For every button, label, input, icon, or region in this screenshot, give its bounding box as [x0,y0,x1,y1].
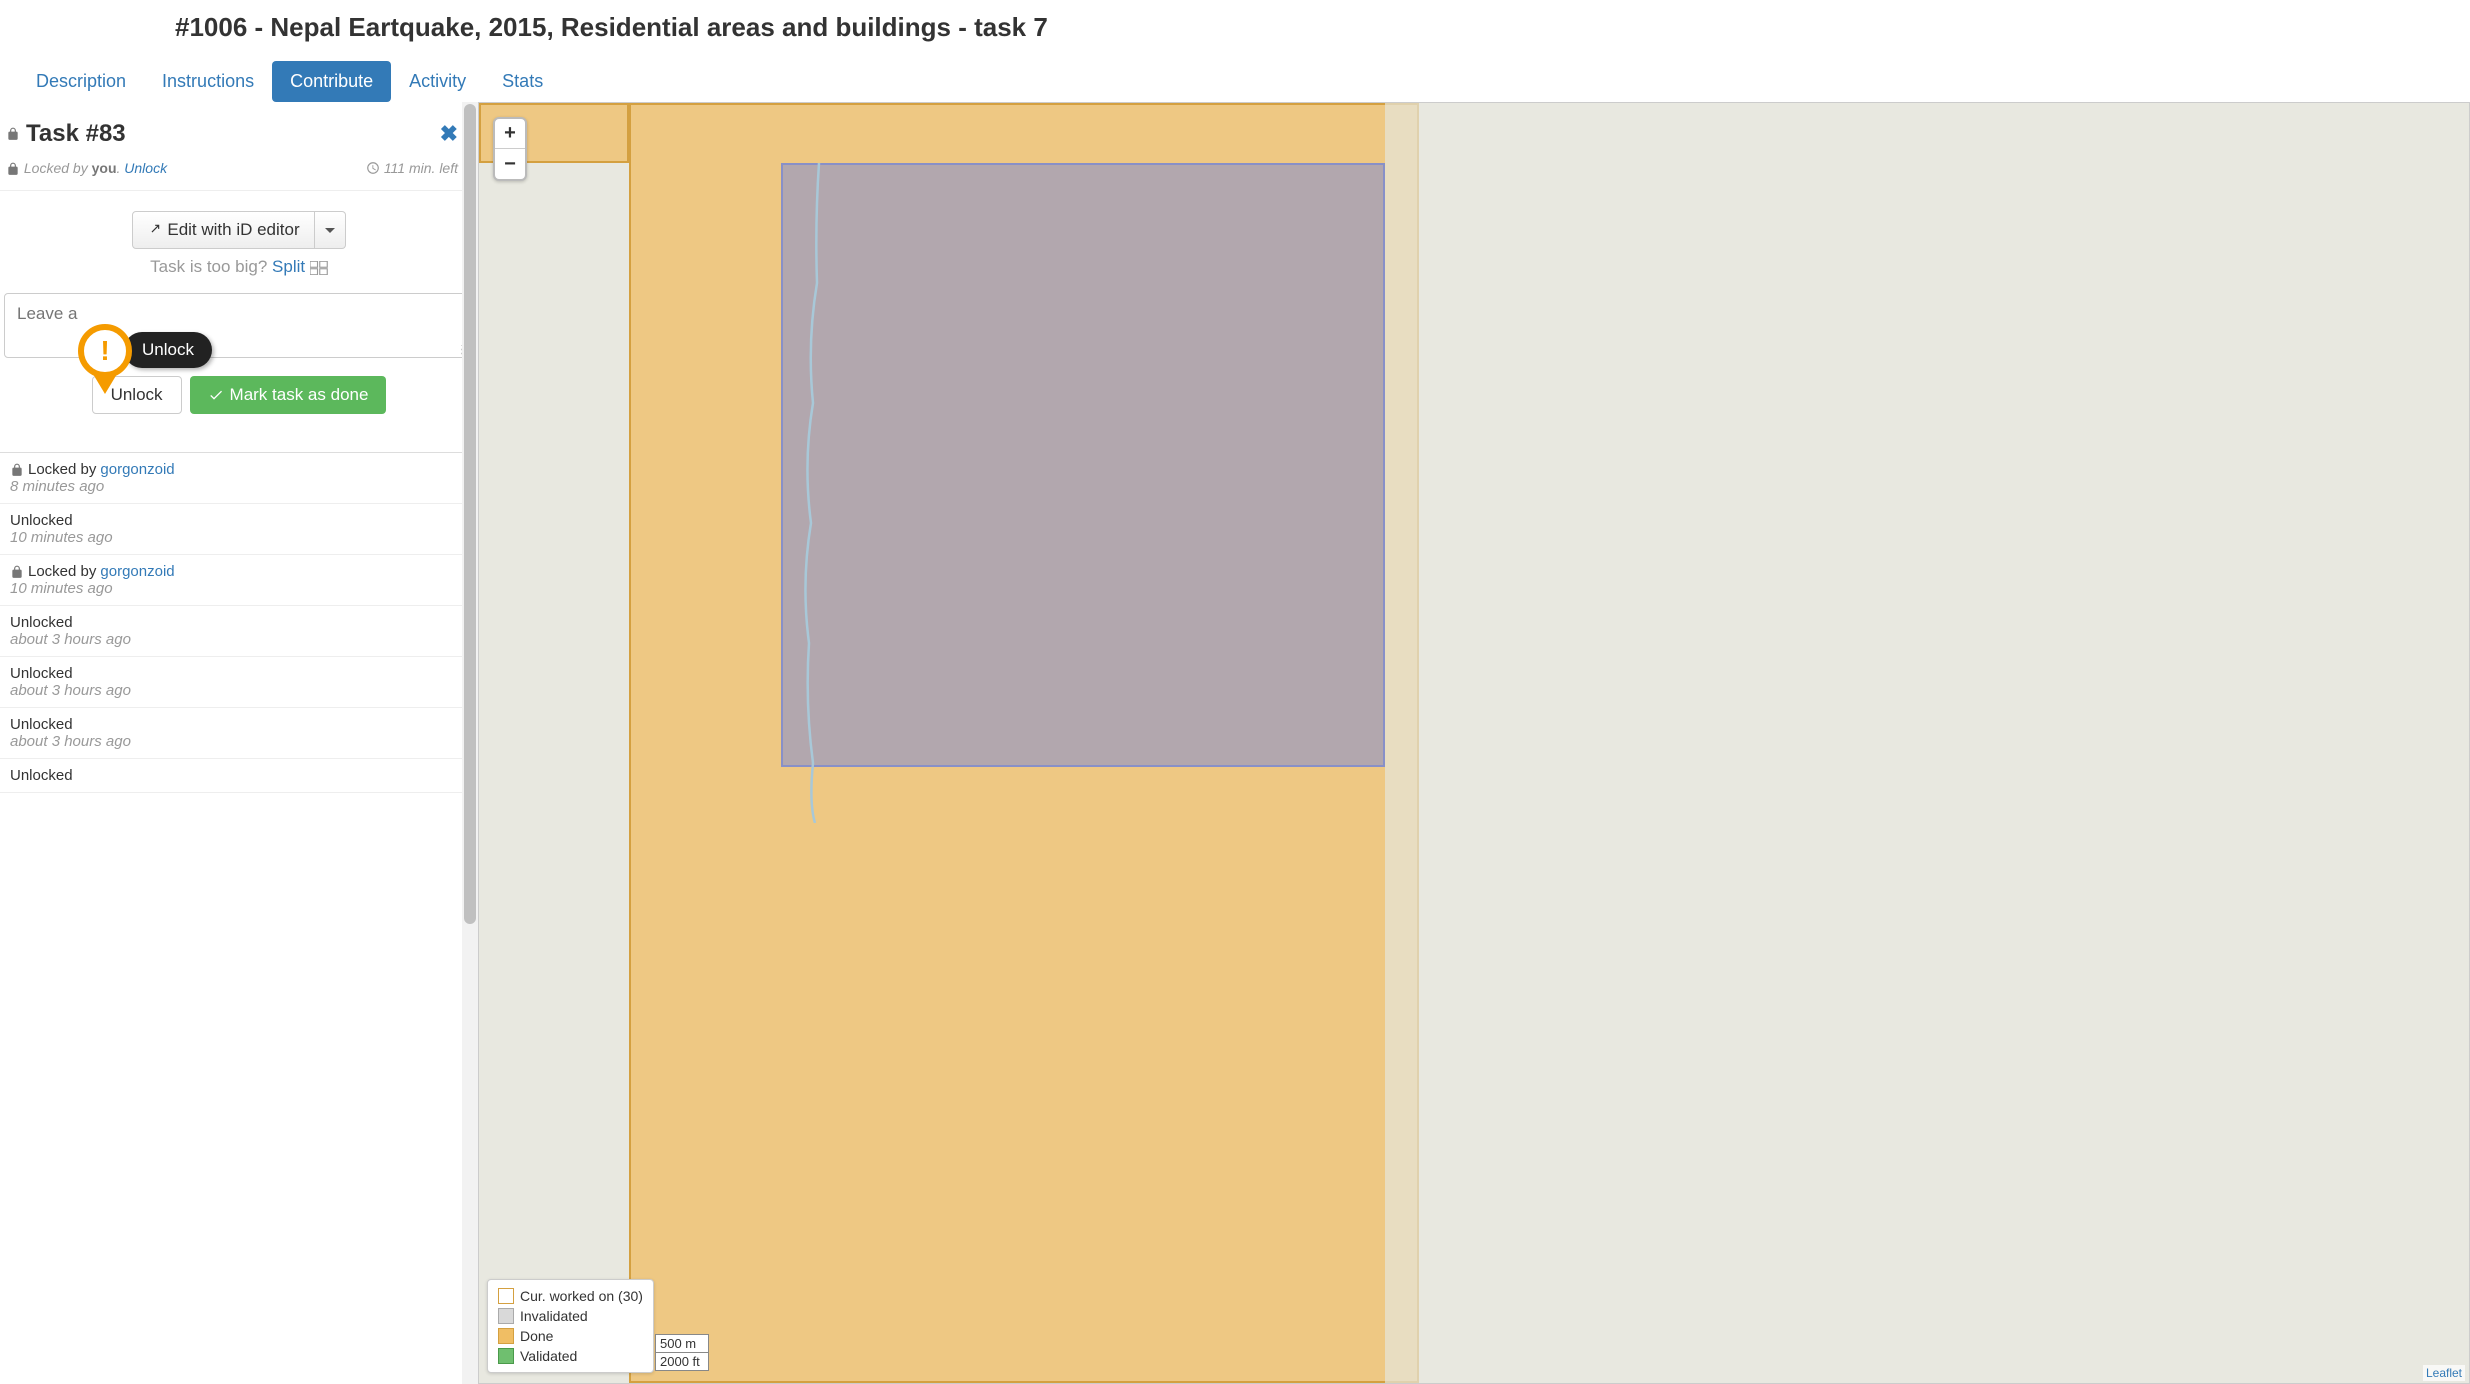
zoom-in-button[interactable]: + [495,119,525,149]
scrollbar-thumb[interactable] [464,104,476,924]
history-user-link[interactable]: gorgonzoid [100,563,174,580]
split-prompt: Task is too big? Split [0,249,478,287]
legend-row: Cur. worked on (30) [498,1286,643,1306]
close-icon[interactable]: ✖ [440,121,458,147]
legend-label: Validated [520,1348,577,1364]
history-user-link[interactable]: gorgonzoid [100,461,174,478]
zoom-out-button[interactable]: − [495,149,525,179]
time-left: 111 min. left [366,160,458,176]
task-title: Task #83 [6,120,126,148]
map-tile-current [781,163,1385,767]
tab-instructions[interactable]: Instructions [144,61,272,102]
legend-row: Done [498,1326,643,1346]
map-attribution: Leaflet [2423,1365,2465,1381]
legend-swatch [498,1348,514,1364]
lock-icon [10,565,24,579]
mark-done-button[interactable]: Mark task as done [190,376,387,414]
editor-dropdown-caret[interactable] [315,211,346,249]
task-sidebar: Task #83 ✖ Locked by you. Unlock 111 min… [0,102,478,1384]
tab-stats[interactable]: Stats [484,61,561,102]
legend-label: Invalidated [520,1308,588,1324]
legend-label: Cur. worked on (30) [520,1288,643,1304]
lock-icon [6,162,20,176]
chevron-down-icon [325,228,335,233]
history-item: Unlockedabout 3 hours ago [0,657,478,708]
share-arrow-icon [147,223,161,237]
legend-swatch [498,1328,514,1344]
comment-box [4,293,474,358]
history-item: Unlocked10 minutes ago [0,504,478,555]
tab-description[interactable]: Description [18,61,144,102]
page-title: #1006 - Nepal Eartquake, 2015, Residenti… [175,12,2470,43]
lock-icon [10,463,24,477]
unlock-button[interactable]: Unlock [92,376,182,414]
map[interactable]: + − Cur. worked on (30) Invalidated Done Va… [478,102,2470,1384]
history-item: Locked by gorgonzoid10 minutes ago [0,555,478,606]
lock-status: Locked by you. Unlock [6,160,167,176]
split-link[interactable]: Split [272,257,305,276]
edit-with-id-button[interactable]: Edit with iD editor [132,211,314,249]
tab-contribute[interactable]: Contribute [272,61,391,102]
history-list: Locked by gorgonzoid8 minutes agoUnlocke… [0,452,478,793]
lock-icon [6,127,20,141]
legend-swatch [498,1288,514,1304]
history-item: Unlockedabout 3 hours ago [0,606,478,657]
scale-bar: 500 m 2000 ft [655,1334,709,1371]
legend-row: Invalidated [498,1306,643,1326]
history-item: Locked by gorgonzoid8 minutes ago [0,453,478,504]
tab-activity[interactable]: Activity [391,61,484,102]
unlock-link[interactable]: Unlock [124,160,167,176]
tab-bar: DescriptionInstructionsContributeActivit… [0,43,2470,102]
history-item: Unlockedabout 3 hours ago [0,708,478,759]
scrollbar[interactable] [462,102,478,1384]
history-item: Unlocked [0,759,478,793]
split-icon [310,261,328,275]
legend-label: Done [520,1328,553,1344]
zoom-control: + − [493,117,527,181]
legend-swatch [498,1308,514,1324]
map-tile-untouched [1385,103,1419,1383]
check-icon [208,387,224,403]
legend-row: Validated [498,1346,643,1366]
comment-textarea[interactable] [5,294,473,354]
clock-icon [366,161,380,175]
page-header: #1006 - Nepal Eartquake, 2015, Residenti… [0,0,2470,43]
river-line [797,163,827,823]
map-legend: Cur. worked on (30) Invalidated Done Valida… [487,1279,654,1373]
